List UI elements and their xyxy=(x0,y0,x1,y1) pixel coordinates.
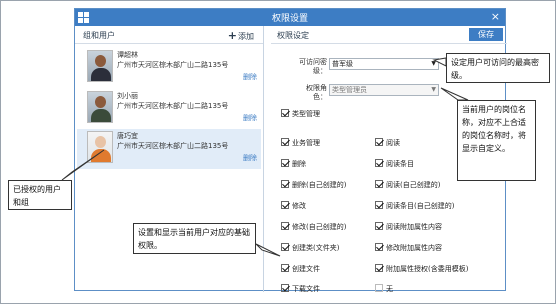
role-callout-pointer xyxy=(440,87,469,101)
access-callout-pointer xyxy=(432,57,447,67)
callout-permissions: 设置和显示当前用户对应的基础权限。 xyxy=(133,223,256,254)
callout-users: 已授权的用户和组 xyxy=(8,180,72,210)
callout-access-level: 设定用户可访问的最高密级。 xyxy=(446,53,550,83)
users-callout-pointer xyxy=(61,149,105,181)
permissions-callout-pointer xyxy=(255,243,281,257)
callout-role: 当前用户的岗位名称，对应不上合适的岗位名称时，将显示自定义。 xyxy=(457,100,536,181)
